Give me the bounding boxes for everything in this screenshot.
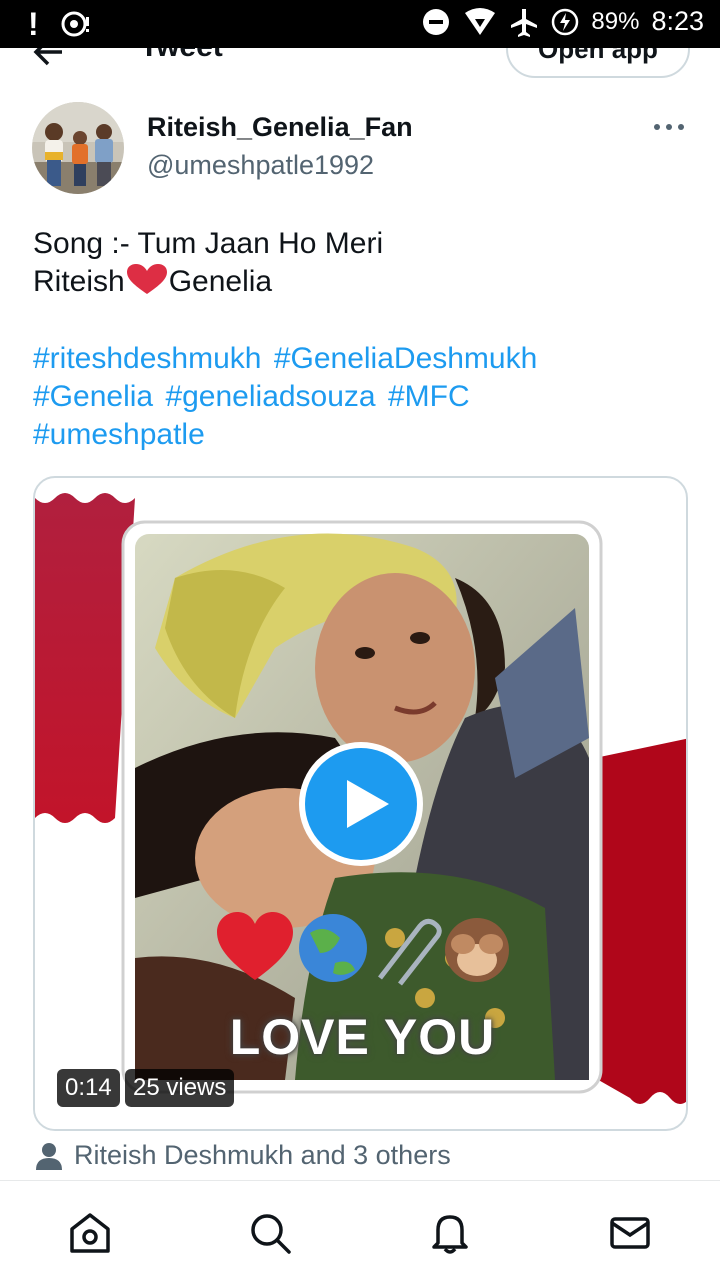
author-handle[interactable]: @umeshpatle1992 bbox=[147, 150, 374, 181]
video-card[interactable]: LOVE YOU 0:14 25 views bbox=[33, 476, 688, 1131]
home-icon[interactable] bbox=[68, 1211, 112, 1255]
hashtag-link[interactable]: #umeshpatle bbox=[33, 418, 205, 451]
video-views: 25 views bbox=[125, 1069, 235, 1107]
hashtag-link[interactable]: #geneliadsouza bbox=[165, 380, 375, 413]
clock: 8:23 bbox=[651, 6, 704, 36]
dnd-icon bbox=[423, 8, 450, 35]
play-button-icon[interactable] bbox=[297, 740, 425, 868]
alert-icon: ! bbox=[28, 6, 39, 42]
red-heart-icon bbox=[126, 264, 167, 294]
author-name[interactable]: Riteish_Genelia_Fan bbox=[147, 112, 413, 143]
status-bar: ! 89% 8:23 bbox=[0, 0, 720, 48]
video-overlay-text: LOVE YOU bbox=[229, 1009, 496, 1065]
hashtag-link[interactable]: #MFC bbox=[388, 380, 470, 413]
tweet-text: Song :- Tum Jaan Ho Meri Riteish Genelia bbox=[33, 225, 693, 301]
heart-emoji-icon bbox=[217, 912, 293, 980]
notifications-bell-icon[interactable] bbox=[428, 1211, 472, 1255]
battery-charging-icon bbox=[552, 8, 579, 35]
airplane-icon bbox=[511, 8, 538, 37]
tweet-line-2: Riteish Genelia bbox=[33, 263, 693, 301]
tweet-name-1: Riteish bbox=[33, 265, 125, 298]
messages-envelope-icon[interactable] bbox=[608, 1211, 652, 1255]
search-icon[interactable] bbox=[248, 1211, 292, 1255]
liked-by[interactable]: Riteish Deshmukh and 3 others bbox=[34, 1140, 451, 1171]
liked-by-text: Riteish Deshmukh and 3 others bbox=[74, 1140, 451, 1170]
person-icon bbox=[36, 1142, 62, 1170]
avatar[interactable] bbox=[32, 102, 124, 194]
hashtag-link[interactable]: #GeneliaDeshmukh bbox=[274, 342, 537, 375]
tweet-name-2: Genelia bbox=[168, 265, 273, 298]
media-icon bbox=[61, 11, 89, 37]
battery-level: 89% bbox=[591, 7, 640, 35]
hashtag-link[interactable]: #Genelia bbox=[33, 380, 153, 413]
wifi-icon bbox=[465, 7, 496, 35]
more-options-icon[interactable] bbox=[652, 112, 686, 142]
tweet-line-1: Song :- Tum Jaan Ho Meri bbox=[33, 227, 384, 260]
bottom-navigation bbox=[0, 1180, 720, 1280]
emoji-decorations bbox=[217, 912, 509, 986]
hashtags: #riteshdeshmukh #GeneliaDeshmukh #Geneli… bbox=[33, 340, 693, 454]
paperclip-icon bbox=[378, 918, 442, 986]
hashtag-link[interactable]: #riteshdeshmukh bbox=[33, 342, 261, 375]
video-duration: 0:14 bbox=[57, 1069, 120, 1107]
